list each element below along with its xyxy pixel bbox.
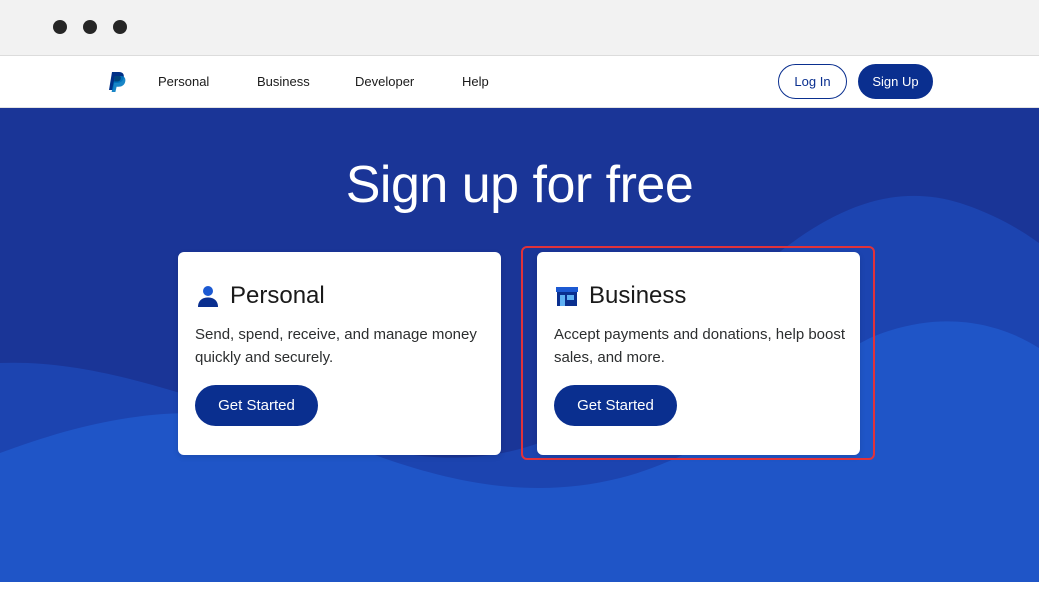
nav-link-business[interactable]: Business bbox=[257, 74, 310, 92]
person-icon bbox=[198, 286, 218, 307]
card-description: Accept payments and donations, help boos… bbox=[554, 326, 846, 366]
nav-link-developer[interactable]: Developer bbox=[355, 74, 414, 92]
paypal-logo-icon[interactable] bbox=[106, 71, 126, 93]
personal-get-started-button[interactable]: Get Started bbox=[195, 385, 318, 426]
card-title: Business bbox=[589, 282, 687, 309]
browser-titlebar bbox=[0, 0, 1039, 56]
page-title: Sign up for free bbox=[345, 156, 694, 214]
window-minimize-dot[interactable] bbox=[83, 20, 97, 34]
business-get-started-button[interactable]: Get Started bbox=[554, 385, 677, 426]
business-account-card[interactable]: Business Accept payments and donations, … bbox=[537, 252, 860, 455]
card-description: Send, spend, receive, and manage money q… bbox=[195, 326, 477, 366]
personal-account-card: Personal Send, spend, receive, and manag… bbox=[178, 252, 501, 455]
nav-link-help[interactable]: Help bbox=[462, 74, 489, 92]
card-title: Personal bbox=[230, 282, 325, 309]
login-button[interactable]: Log In bbox=[778, 64, 847, 99]
signup-button[interactable]: Sign Up bbox=[858, 64, 933, 99]
storefront-icon bbox=[556, 287, 578, 306]
window-maximize-dot[interactable] bbox=[113, 20, 127, 34]
window-close-dot[interactable] bbox=[53, 20, 67, 34]
nav-link-personal[interactable]: Personal bbox=[158, 74, 209, 92]
